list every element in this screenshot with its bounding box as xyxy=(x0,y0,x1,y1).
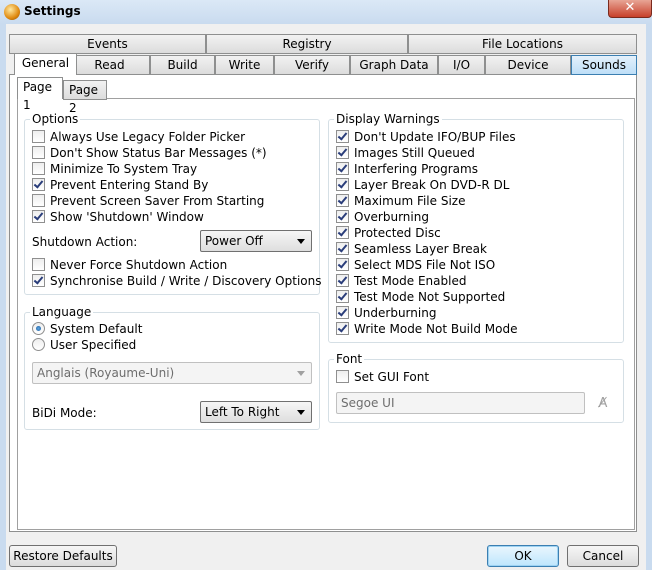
tab-io[interactable]: I/O xyxy=(438,55,485,75)
title-bar xyxy=(0,0,652,24)
option-checkbox[interactable]: Show 'Shutdown' Window xyxy=(32,209,204,225)
checkbox-icon xyxy=(336,274,349,287)
checkbox-icon xyxy=(32,210,45,223)
restore-defaults-button[interactable]: Restore Defaults xyxy=(9,545,117,567)
checkbox-icon xyxy=(32,130,45,143)
chevron-down-icon xyxy=(297,239,305,244)
option-checkbox[interactable]: Don't Show Status Bar Messages (*) xyxy=(32,145,267,161)
radio-icon xyxy=(32,338,45,351)
tab-write[interactable]: Write xyxy=(215,55,274,75)
tab-file-locations[interactable]: File Locations xyxy=(408,34,637,54)
checkbox-icon xyxy=(336,146,349,159)
warning-checkbox[interactable]: Layer Break On DVD-R DL xyxy=(336,177,509,193)
checkbox-icon xyxy=(336,194,349,207)
tab-registry[interactable]: Registry xyxy=(206,34,408,54)
checkbox-icon xyxy=(32,162,45,175)
tab-read[interactable]: Read xyxy=(69,55,150,75)
display-warnings-title: Display Warnings xyxy=(334,112,442,126)
warning-checkbox[interactable]: Test Mode Enabled xyxy=(336,273,466,289)
tab-build[interactable]: Build xyxy=(150,55,215,75)
shutdown-action-value: Power Off xyxy=(205,234,263,248)
language-title: Language xyxy=(30,305,94,319)
checkbox-icon xyxy=(32,258,45,271)
option-checkbox[interactable]: Prevent Screen Saver From Starting xyxy=(32,193,264,209)
tab-sounds[interactable]: Sounds xyxy=(571,55,637,75)
checkbox-icon xyxy=(32,178,45,191)
bidi-mode-label: BiDi Mode: xyxy=(32,406,97,420)
language-value: Anglais (Royaume-Uni) xyxy=(37,366,175,380)
chevron-down-icon xyxy=(297,371,305,376)
checkbox-icon xyxy=(336,306,349,319)
font-title: Font xyxy=(334,352,365,366)
bidi-mode-select[interactable]: Left To Right xyxy=(200,401,312,423)
font-value: Segoe UI xyxy=(341,396,395,410)
warning-checkbox[interactable]: Seamless Layer Break xyxy=(336,241,487,257)
close-button[interactable]: ✕ xyxy=(608,0,652,18)
checkbox-icon xyxy=(336,130,349,143)
shutdown-action-select[interactable]: Power Off xyxy=(200,230,312,252)
cancel-button[interactable]: Cancel xyxy=(567,545,639,567)
warning-checkbox[interactable]: Underburning xyxy=(336,305,436,321)
app-icon xyxy=(4,4,20,20)
radio-system-default[interactable]: System Default xyxy=(32,321,142,337)
checkbox-icon xyxy=(32,146,45,159)
checkbox-icon xyxy=(336,226,349,239)
warning-checkbox[interactable]: Protected Disc xyxy=(336,225,441,241)
warning-checkbox[interactable]: Select MDS File Not ISO xyxy=(336,257,495,273)
shutdown-action-label: Shutdown Action: xyxy=(32,235,138,249)
warning-checkbox[interactable]: Overburning xyxy=(336,209,429,225)
checkbox-icon xyxy=(336,210,349,223)
options-title: Options xyxy=(30,112,81,126)
set-gui-font-checkbox[interactable]: Set GUI Font xyxy=(336,369,429,385)
ok-button[interactable]: OK xyxy=(487,545,559,567)
warning-checkbox[interactable]: Don't Update IFO/BUP Files xyxy=(336,129,516,145)
option-checkbox[interactable]: Always Use Legacy Folder Picker xyxy=(32,129,245,145)
warning-checkbox[interactable]: Interfering Programs xyxy=(336,161,478,177)
tab-verify[interactable]: Verify xyxy=(274,55,350,75)
checkbox-icon xyxy=(336,322,349,335)
tab-general[interactable]: General xyxy=(14,53,77,75)
tab-graph-data[interactable]: Graph Data xyxy=(350,55,438,75)
radio-icon xyxy=(32,322,45,335)
window-title: Settings xyxy=(24,4,81,18)
tab-page-2[interactable]: Page 2 xyxy=(63,80,107,115)
warning-checkbox[interactable]: Test Mode Not Supported xyxy=(336,289,505,305)
bidi-mode-value: Left To Right xyxy=(205,405,280,419)
chevron-down-icon xyxy=(297,410,305,415)
warning-checkbox[interactable]: Write Mode Not Build Mode xyxy=(336,321,517,337)
checkbox-icon xyxy=(336,178,349,191)
checkbox-icon xyxy=(32,194,45,207)
option-checkbox[interactable]: Minimize To System Tray xyxy=(32,161,197,177)
checkbox-icon xyxy=(32,274,45,287)
tab-events[interactable]: Events xyxy=(9,34,206,54)
option-checkbox[interactable]: Prevent Entering Stand By xyxy=(32,177,208,193)
language-select[interactable]: Anglais (Royaume-Uni) xyxy=(32,362,312,384)
checkbox-icon xyxy=(336,162,349,175)
option-checkbox[interactable]: Never Force Shutdown Action xyxy=(32,257,227,273)
radio-user-specified[interactable]: User Specified xyxy=(32,337,136,353)
checkbox-icon xyxy=(336,370,349,383)
checkbox-icon xyxy=(336,258,349,271)
tab-page-1[interactable]: Page 1 xyxy=(17,77,63,112)
warning-checkbox[interactable]: Maximum File Size xyxy=(336,193,465,209)
checkbox-icon xyxy=(336,242,349,255)
checkbox-icon xyxy=(336,290,349,303)
font-field[interactable]: Segoe UI xyxy=(336,392,585,414)
warning-checkbox[interactable]: Images Still Queued xyxy=(336,145,475,161)
font-picker-icon[interactable]: A̸ xyxy=(595,396,611,412)
tab-device[interactable]: Device xyxy=(485,55,571,75)
option-checkbox[interactable]: Synchronise Build / Write / Discovery Op… xyxy=(32,273,321,289)
